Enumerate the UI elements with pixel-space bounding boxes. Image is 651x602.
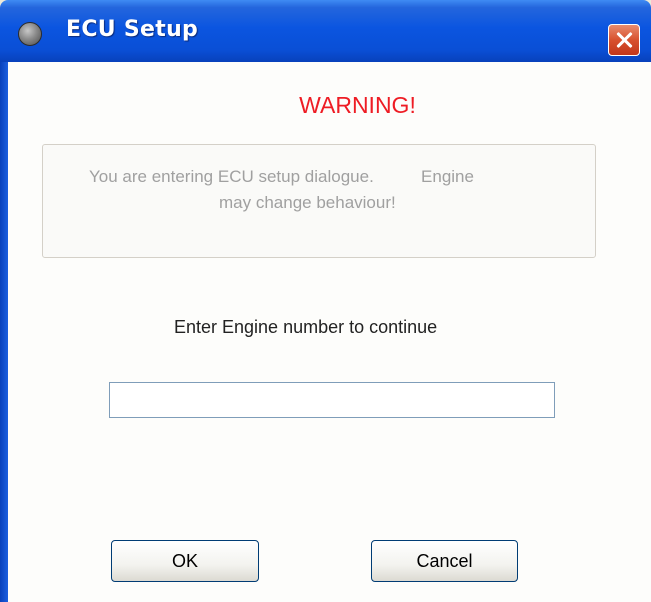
ecu-setup-window: ECU Setup WARNING! You are entering ECU …: [0, 0, 651, 602]
title-bar[interactable]: ECU Setup: [0, 0, 651, 62]
warning-message-box: You are entering ECU setup dialogue. Eng…: [42, 144, 596, 258]
app-icon[interactable]: [18, 22, 42, 46]
window-title: ECU Setup: [66, 17, 199, 42]
warning-message-line2: may change behaviour!: [219, 193, 396, 212]
warning-title: WARNING!: [299, 92, 416, 118]
window-left-border: [0, 62, 8, 602]
cancel-button[interactable]: Cancel: [371, 540, 518, 582]
close-button[interactable]: [608, 24, 640, 56]
warning-message-line1: You are entering ECU setup dialogue. Eng…: [89, 167, 474, 186]
engine-number-input[interactable]: [109, 382, 555, 418]
ok-button[interactable]: OK: [111, 540, 259, 582]
engine-number-prompt: Enter Engine number to continue: [174, 317, 438, 337]
